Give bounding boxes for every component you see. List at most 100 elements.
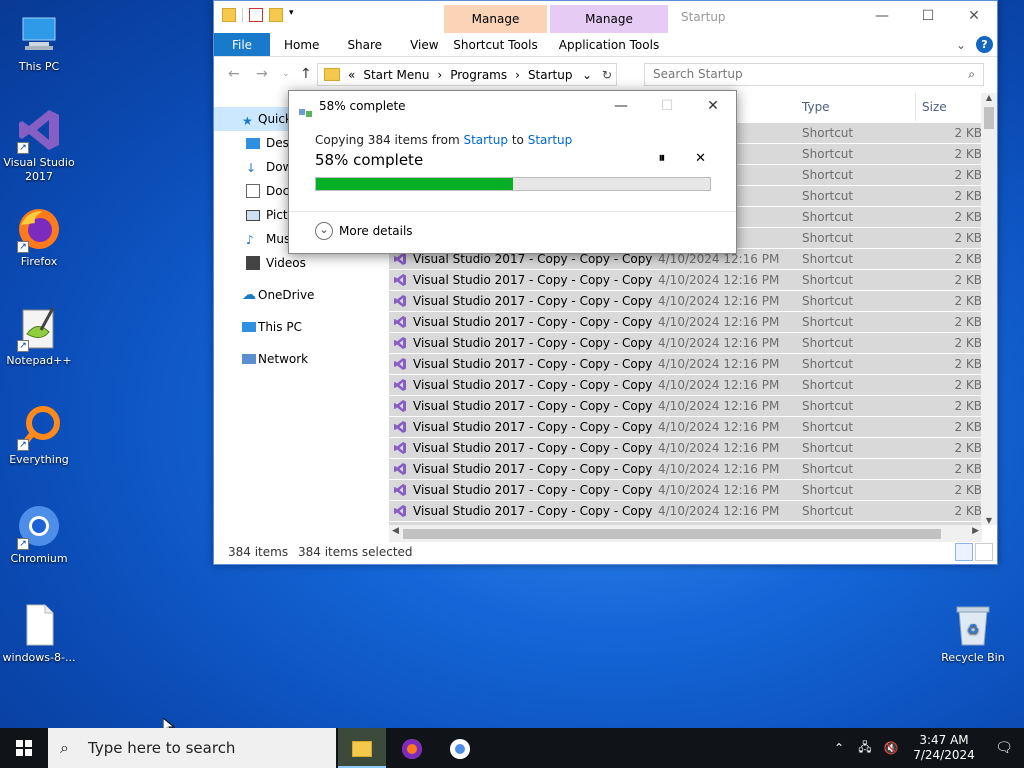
scroll-thumb[interactable] xyxy=(403,529,941,539)
column-header-type[interactable]: Type xyxy=(796,93,916,121)
properties-icon[interactable] xyxy=(249,8,263,22)
nav-videos[interactable]: Videos xyxy=(214,251,386,275)
file-name-cell: Visual Studio 2017 - Copy - Copy - Copy … xyxy=(389,396,652,416)
table-row[interactable]: Visual Studio 2017 - Copy - Copy - Copy … xyxy=(389,501,986,522)
clock[interactable]: 3:47 AM 7/24/2024 xyxy=(904,733,984,763)
copy-prefix: Copying 384 items from xyxy=(315,133,460,147)
desktop-icon-label: Firefox xyxy=(20,255,58,268)
search-input[interactable]: Search Startup ⌕ xyxy=(644,63,984,86)
file-name: Visual Studio 2017 - Copy - Copy - Copy … xyxy=(413,483,652,497)
help-icon[interactable]: ? xyxy=(976,36,993,53)
refresh-icon[interactable]: ↻ xyxy=(602,68,612,82)
desktop-icon-this-pc[interactable]: This PC xyxy=(2,10,76,74)
maximize-button[interactable]: ☐ xyxy=(905,1,951,31)
manage-tab-application[interactable]: Manage xyxy=(550,5,668,33)
details-view-icon[interactable] xyxy=(955,543,973,561)
close-button[interactable]: ✕ xyxy=(690,91,736,121)
scroll-down-icon[interactable]: ▼ xyxy=(981,516,997,525)
nav-this-pc[interactable]: This PC xyxy=(214,315,386,339)
copy-icon xyxy=(299,100,313,117)
file-type: Shortcut xyxy=(802,294,854,308)
nav-label: This PC xyxy=(258,320,302,334)
vertical-scrollbar[interactable]: ▲ ▼ xyxy=(981,93,997,525)
table-row[interactable]: Visual Studio 2017 - Copy - Copy - Copy … xyxy=(389,417,986,438)
forward-arrow-icon[interactable]: → xyxy=(256,66,268,82)
desktop-icon-visual-studio[interactable]: ↗ Visual Studio 2017 xyxy=(2,106,76,184)
windows-logo-icon xyxy=(16,740,32,756)
shortcut-arrow-icon: ↗ xyxy=(17,241,29,253)
more-details-label: More details xyxy=(339,224,413,238)
expand-ribbon-icon[interactable]: ⌄ xyxy=(956,38,966,52)
quick-access-toolbar: ▾ xyxy=(222,8,297,22)
breadcrumb-start-menu[interactable]: Start Menu xyxy=(363,68,429,82)
to-word: to xyxy=(511,133,524,147)
table-row[interactable]: Visual Studio 2017 - Copy - Copy - Copy … xyxy=(389,333,986,354)
desktop-icon-recycle-bin[interactable]: ♻ Recycle Bin xyxy=(936,601,1010,665)
address-bar[interactable]: « Start Menu › Programs › Startup ⌄ ↻ xyxy=(317,63,617,86)
chevron-up-icon[interactable]: ⌃ xyxy=(826,741,852,755)
tab-home[interactable]: Home xyxy=(270,33,333,56)
table-row[interactable]: Visual Studio 2017 - Copy - Copy - Copy … xyxy=(389,438,986,459)
breadcrumb-programs[interactable]: Programs xyxy=(450,68,507,82)
source-link[interactable]: Startup xyxy=(463,133,508,147)
pause-icon[interactable]: ⏸ xyxy=(659,151,666,166)
address-dropdown-icon[interactable]: ⌄ xyxy=(582,68,592,82)
tab-file[interactable]: File xyxy=(214,33,270,56)
maximize-button: ☐ xyxy=(660,98,674,114)
volume-muted-icon[interactable]: 🔇 xyxy=(878,741,904,755)
notifications-icon[interactable]: 🗨 xyxy=(984,740,1024,756)
minimize-button[interactable]: — xyxy=(598,91,644,121)
taskbar-file-explorer[interactable] xyxy=(338,728,386,768)
desktop-icon-file[interactable]: windows-8-... xyxy=(2,601,76,665)
new-folder-icon[interactable] xyxy=(269,8,283,22)
up-arrow-icon[interactable]: ↑ xyxy=(300,66,312,82)
selected-count: 384 items selected xyxy=(298,545,413,559)
table-row[interactable]: Visual Studio 2017 - Copy - Copy - Copy … xyxy=(389,270,986,291)
close-button[interactable]: ✕ xyxy=(951,1,997,31)
desktop-icon-chromium[interactable]: ↗ Chromium xyxy=(2,502,76,566)
visual-studio-icon: ↗ xyxy=(15,106,63,154)
table-row[interactable]: Visual Studio 2017 - Copy - Copy - Copy … xyxy=(389,480,986,501)
table-row[interactable]: Visual Studio 2017 - Copy - Copy - Copy … xyxy=(389,354,986,375)
file-size: 2 KB xyxy=(954,252,982,266)
start-button[interactable] xyxy=(0,728,48,768)
table-row[interactable]: Visual Studio 2017 - Copy - Copy - Copy … xyxy=(389,375,986,396)
recent-chevron-icon[interactable]: ⌄ xyxy=(282,69,290,79)
table-row[interactable]: Visual Studio 2017 - Copy - Copy - Copy … xyxy=(389,291,986,312)
file-name: Visual Studio 2017 - Copy - Copy - Copy … xyxy=(413,357,652,371)
breadcrumb-startup[interactable]: Startup xyxy=(528,68,573,82)
desktop-icon-firefox[interactable]: ↗ Firefox xyxy=(2,205,76,269)
table-row[interactable]: Visual Studio 2017 - Copy - Copy - Copy … xyxy=(389,312,986,333)
file-date: 4/10/2024 12:16 PM xyxy=(658,315,780,329)
tab-shortcut-tools[interactable]: Shortcut Tools xyxy=(444,33,547,57)
desktop-icon-everything[interactable]: ↗ Everything xyxy=(2,403,76,467)
large-icons-view-icon[interactable] xyxy=(975,543,993,561)
tab-share[interactable]: Share xyxy=(333,33,396,56)
minimize-button[interactable]: — xyxy=(859,1,905,31)
customize-toolbar-icon[interactable]: ▾ xyxy=(289,8,297,22)
taskbar-chromium[interactable] xyxy=(436,728,484,768)
manage-tab-shortcut[interactable]: Manage xyxy=(444,5,547,33)
scroll-thumb[interactable] xyxy=(984,107,994,129)
tab-application-tools[interactable]: Application Tools xyxy=(550,33,668,57)
nav-onedrive[interactable]: ☁ OneDrive xyxy=(214,283,386,307)
file-size: 2 KB xyxy=(954,441,982,455)
cancel-icon[interactable]: ✕ xyxy=(695,151,706,166)
table-row[interactable]: Visual Studio 2017 - Copy - Copy - Copy … xyxy=(389,459,986,480)
taskbar-firefox[interactable] xyxy=(388,728,436,768)
scroll-left-icon[interactable]: ◀ xyxy=(392,526,399,536)
scroll-up-icon[interactable]: ▲ xyxy=(981,93,997,102)
visual-studio-icon xyxy=(393,441,407,455)
desktop-icon-notepadpp[interactable]: ↗ Notepad++ xyxy=(2,304,76,368)
column-header-size[interactable]: Size xyxy=(916,93,986,121)
taskbar-search-input[interactable]: ⌕ Type here to search xyxy=(48,728,336,768)
scroll-right-icon[interactable]: ▶ xyxy=(972,526,979,536)
file-type: Shortcut xyxy=(802,210,854,224)
back-arrow-icon[interactable]: ← xyxy=(228,66,240,82)
nav-network[interactable]: Network xyxy=(214,347,386,371)
file-type: Shortcut xyxy=(802,399,854,413)
table-row[interactable]: Visual Studio 2017 - Copy - Copy - Copy … xyxy=(389,396,986,417)
network-icon[interactable]: 🖧 xyxy=(852,738,878,759)
more-details-button[interactable]: ⌄ More details xyxy=(315,222,413,240)
destination-link[interactable]: Startup xyxy=(528,133,573,147)
